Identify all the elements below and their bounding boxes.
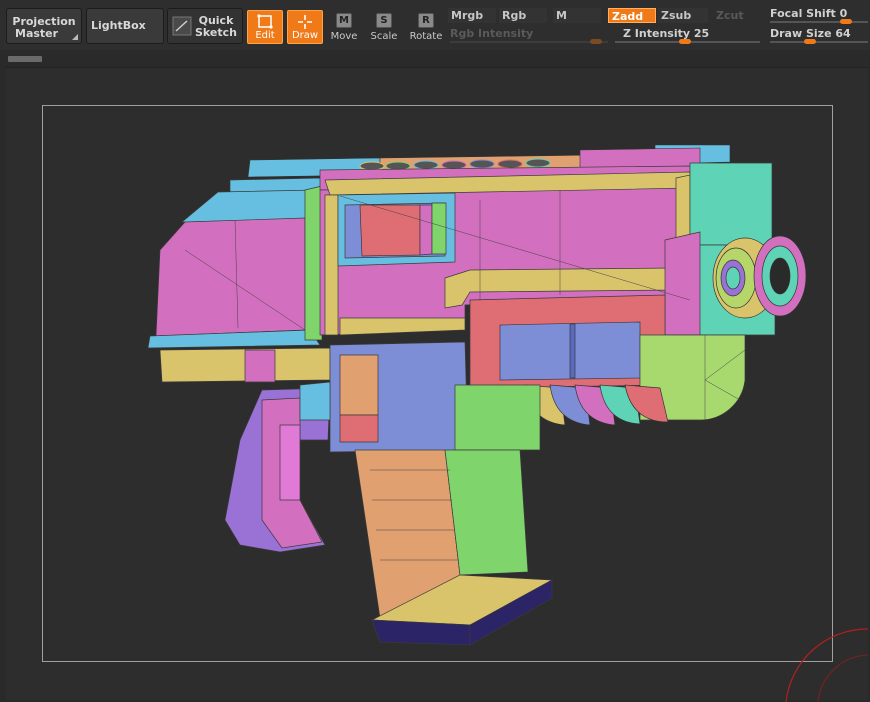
model-body: [147, 162, 776, 349]
polygroup-blaster-model[interactable]: [0, 0, 870, 702]
model-muzzle: [712, 235, 807, 319]
model-magazine: [354, 449, 554, 646]
brush-cursor-icon: [785, 628, 869, 702]
model-grip: [224, 381, 331, 553]
